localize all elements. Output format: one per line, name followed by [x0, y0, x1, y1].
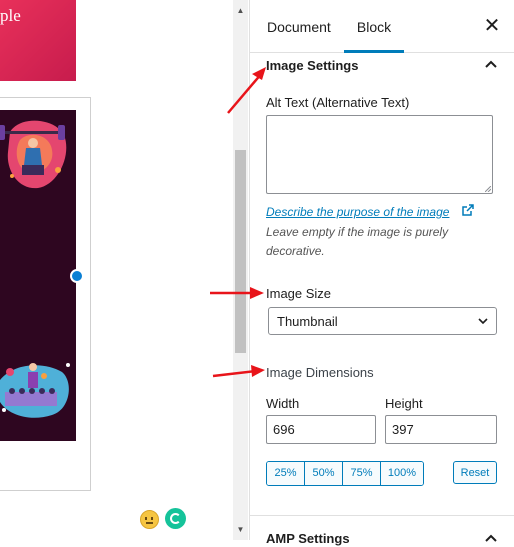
describe-purpose-link[interactable]: Describe the purpose of the image	[266, 205, 449, 219]
reset-button[interactable]: Reset	[453, 461, 497, 484]
tab-block[interactable]: Block	[344, 0, 404, 53]
grammarly-icon[interactable]	[165, 508, 186, 529]
resize-handle[interactable]	[70, 269, 84, 283]
scroll-up-icon[interactable]: ▲	[233, 2, 248, 19]
percent-25-button[interactable]: 25%	[267, 462, 305, 485]
editor-scrollbar[interactable]: ▲ ▼	[233, 0, 248, 540]
external-link-icon[interactable]	[462, 204, 474, 216]
alt-text-label: Alt Text (Alternative Text)	[266, 95, 410, 110]
resize-grip-icon[interactable]	[485, 186, 491, 192]
percent-button-group: 25% 50% 75% 100%	[266, 461, 424, 486]
alt-help-text: Leave empty if the image is purely decor…	[266, 225, 449, 258]
emoji-icon[interactable]	[140, 510, 159, 529]
percent-75-button[interactable]: 75%	[343, 462, 381, 485]
selected-image[interactable]	[0, 110, 76, 441]
image-size-label: Image Size	[266, 286, 332, 301]
panel-divider	[250, 515, 514, 516]
width-input[interactable]	[266, 415, 376, 444]
image-settings-title[interactable]: Image Settings	[266, 58, 358, 73]
chevron-up-icon[interactable]	[483, 57, 499, 73]
amp-chevron-up-icon[interactable]	[483, 531, 499, 547]
hero-block[interactable]: ple	[0, 0, 76, 81]
percent-100-button[interactable]: 100%	[381, 462, 423, 485]
height-label: Height	[385, 396, 423, 411]
height-input[interactable]	[385, 415, 497, 444]
scroll-down-icon[interactable]: ▼	[233, 521, 248, 538]
amp-settings-title[interactable]: AMP Settings	[266, 531, 350, 546]
sidebar-tabs: Document Block ✕	[250, 0, 514, 53]
image-illustration	[0, 120, 70, 418]
editor-canvas: ple	[0, 0, 233, 540]
tab-document[interactable]: Document	[267, 0, 331, 52]
image-dimensions-label: Image Dimensions	[266, 365, 374, 380]
width-label: Width	[266, 396, 300, 411]
close-icon[interactable]: ✕	[482, 16, 502, 36]
settings-sidebar: Document Block ✕ Image Settings Alt Text…	[249, 0, 514, 546]
image-size-select[interactable]: Thumbnail	[268, 307, 497, 335]
scrollbar-thumb[interactable]	[235, 150, 246, 353]
percent-50-button[interactable]: 50%	[305, 462, 343, 485]
hero-text: ple	[0, 6, 21, 25]
image-size-value: Thumbnail	[277, 314, 338, 329]
alt-text-input[interactable]	[266, 115, 493, 194]
chevron-down-icon	[478, 318, 488, 325]
